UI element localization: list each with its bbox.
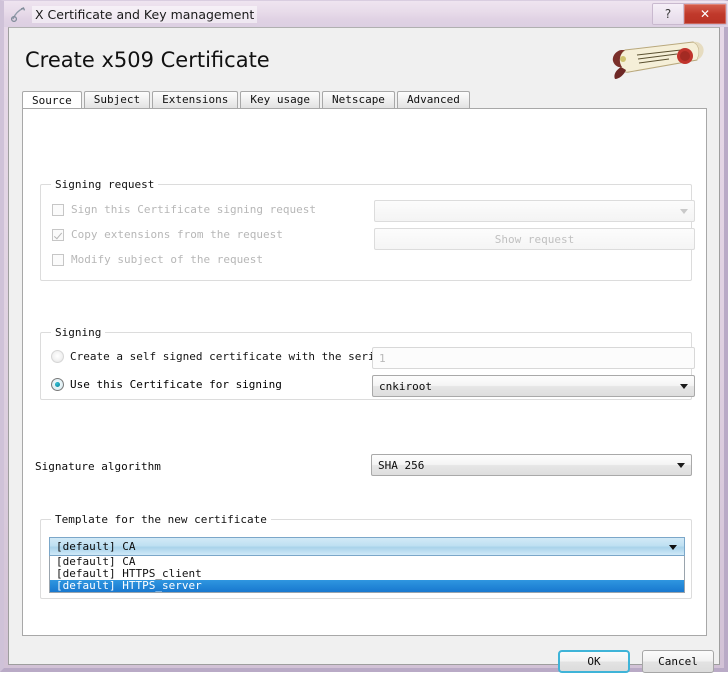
self-signed-radio[interactable]	[51, 350, 64, 363]
modify-subject-checkbox[interactable]	[52, 253, 64, 266]
modify-subject-label: Modify subject of the request	[71, 253, 264, 266]
copy-extensions-checkbox-row[interactable]: Copy extensions from the request	[52, 228, 283, 241]
self-signed-label: Create a self signed certificate with th…	[70, 350, 388, 363]
dialog-client-area: Create x509 Certificate Source Subject E…	[8, 27, 720, 673]
tab-netscape[interactable]: Netscape	[321, 91, 395, 108]
window-buttons: ? ✕	[652, 3, 727, 25]
tab-advanced[interactable]: Advanced	[396, 91, 470, 108]
tab-key-usage[interactable]: Key usage	[240, 91, 320, 108]
serial-number-value: 1	[379, 351, 386, 365]
signing-request-group: Signing request Sign this Certificate si…	[40, 178, 695, 281]
sign-csr-checkbox-row[interactable]: Sign this Certificate signing request	[52, 203, 316, 216]
page-title: Create x509 Certificate	[25, 48, 270, 72]
show-request-button-label: Show request	[494, 232, 575, 246]
self-signed-radio-row[interactable]: Create a self signed certificate with th…	[51, 350, 388, 363]
show-request-button[interactable]: Show request	[374, 228, 695, 250]
cancel-button-label: Cancel	[658, 655, 698, 668]
copy-extensions-label: Copy extensions from the request	[71, 228, 283, 241]
signing-group-title: Signing	[51, 326, 106, 339]
signing-certificate-combo[interactable]: cnkiroot	[372, 375, 695, 397]
signing-certificate-value: cnkiroot	[379, 379, 432, 393]
chevron-down-icon	[680, 384, 688, 389]
tab-source[interactable]: Source	[22, 91, 82, 109]
request-select-combo[interactable]	[374, 200, 695, 222]
signing-group: Signing Create a self signed certificate…	[40, 326, 695, 400]
signature-algorithm-value: SHA 256	[378, 458, 425, 472]
title-bar[interactable]: X Certificate and Key management ? ✕	[4, 1, 728, 27]
application-window: X Certificate and Key management ? ✕ Cre…	[0, 0, 728, 673]
chevron-down-icon	[680, 209, 688, 214]
tab-subject[interactable]: Subject	[83, 91, 151, 108]
cancel-button[interactable]: Cancel	[642, 650, 714, 673]
modify-subject-checkbox-row[interactable]: Modify subject of the request	[52, 253, 263, 266]
sign-csr-label: Sign this Certificate signing request	[71, 203, 317, 216]
use-certificate-radio[interactable]	[51, 378, 64, 391]
ok-button-label: OK	[587, 655, 601, 668]
certificate-scroll-seal-logo	[607, 34, 711, 82]
template-combo[interactable]: [default] CA	[49, 537, 685, 556]
template-dropdown-list[interactable]: [default] CA [default] HTTPS_client [def…	[49, 556, 685, 593]
close-button[interactable]: ✕	[684, 4, 726, 24]
source-tab-panel: Signing request Sign this Certificate si…	[22, 108, 707, 636]
copy-extensions-checkbox[interactable]	[52, 228, 64, 241]
sign-csr-checkbox[interactable]	[52, 203, 64, 216]
template-group-title: Template for the new certificate	[51, 513, 271, 526]
ok-button[interactable]: OK	[558, 650, 630, 673]
chevron-down-icon	[677, 463, 685, 468]
tab-extensions[interactable]: Extensions	[152, 91, 239, 108]
serial-number-input[interactable]: 1	[372, 347, 695, 369]
chevron-down-icon	[669, 544, 677, 550]
signature-algorithm-label: Signature algorithm	[35, 460, 161, 473]
signature-algorithm-combo[interactable]: SHA 256	[371, 454, 692, 476]
use-certificate-radio-row[interactable]: Use this Certificate for signing	[51, 378, 282, 391]
tab-strip: Source Subject Extensions Key usage Nets…	[22, 91, 707, 109]
signing-request-group-title: Signing request	[51, 178, 159, 191]
template-group: Template for the new certificate [defaul…	[40, 513, 692, 599]
window-title: X Certificate and Key management	[32, 5, 258, 23]
template-option-https-server[interactable]: [default] HTTPS_server	[50, 580, 684, 592]
help-button[interactable]: ?	[653, 4, 684, 24]
use-certificate-label: Use this Certificate for signing	[70, 378, 282, 391]
key-certificate-icon	[10, 5, 28, 23]
template-combo-value: [default] CA	[56, 540, 136, 553]
